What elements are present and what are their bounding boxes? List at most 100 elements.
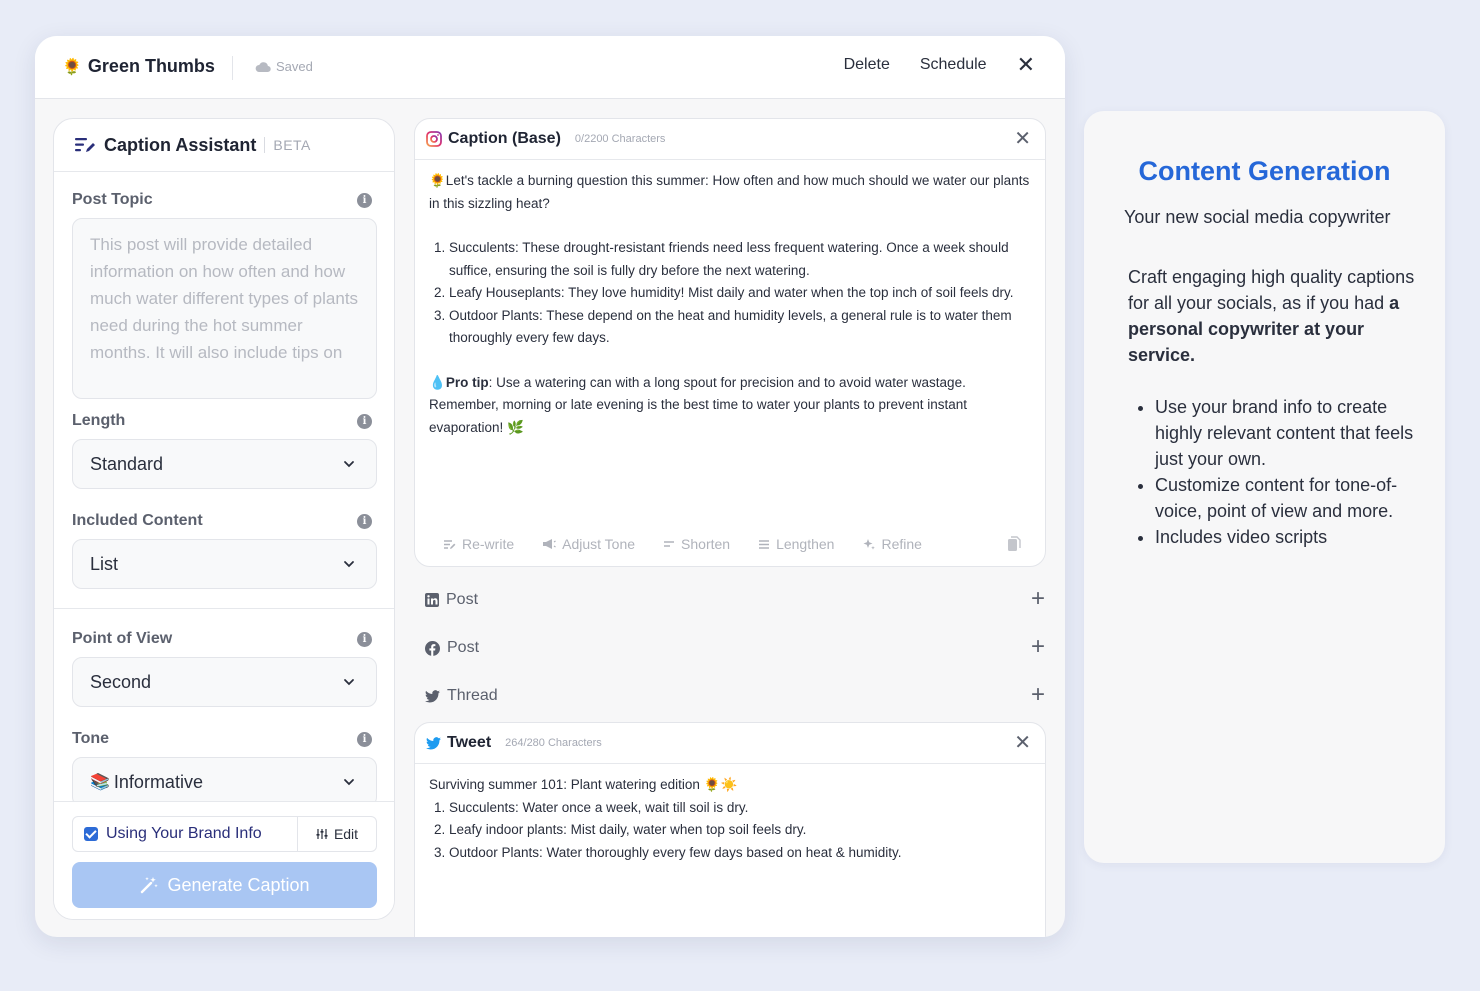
top-actions: Delete Schedule ✕: [844, 54, 1035, 76]
length-select[interactable]: Standard: [72, 439, 377, 489]
list-item: Succulents: Water once a week, wait till…: [449, 797, 1031, 820]
description-text: Craft engaging high quality captions for…: [1128, 267, 1415, 313]
caption-base-card: Caption (Base) 0/2200 Characters ✕ 🌻Let'…: [414, 118, 1046, 567]
instagram-icon: [426, 131, 442, 147]
linkedin-icon: [425, 593, 439, 607]
close-icon[interactable]: ✕: [1014, 733, 1031, 753]
point-of-view-value: Second: [90, 671, 152, 692]
caption-assistant-panel: Caption Assistant BETA Post Topic i This…: [53, 118, 395, 920]
schedule-button[interactable]: Schedule: [920, 56, 987, 74]
point-of-view-label: Point of View: [72, 630, 173, 647]
pro-tip: 💧Pro tip: Use a watering can with a long…: [429, 372, 1031, 440]
post-topic-input[interactable]: This post will provide detailed informat…: [72, 218, 377, 399]
feature-bullet: Includes video scripts: [1155, 524, 1417, 550]
feature-description: Craft engaging high quality captions for…: [1128, 264, 1428, 368]
edit-label: Edit: [333, 826, 359, 842]
post-topic-label: Post Topic: [72, 191, 153, 208]
add-icon[interactable]: +: [1031, 683, 1045, 707]
chevron-down-icon: [344, 779, 354, 786]
length-value: Standard: [90, 453, 164, 474]
top-bar: 🌻 Green Thumbs Saved Delete Schedule ✕: [35, 36, 1065, 99]
facebook-icon: [425, 640, 440, 656]
twitter-icon: [425, 689, 440, 702]
list-item: Leafy Houseplants: They love humidity! M…: [449, 282, 1031, 305]
caption-text[interactable]: 🌻Let's tackle a burning question this su…: [415, 160, 1045, 449]
magic-wand-icon: [141, 877, 159, 894]
tweet-card-header: Tweet 264/280 Characters ✕: [415, 723, 1045, 764]
list-item: Outdoor Plants: These depend on the heat…: [449, 305, 1031, 350]
chevron-down-icon: [344, 461, 354, 468]
point-of-view-select[interactable]: Second: [72, 657, 377, 707]
refine-button[interactable]: Refine: [862, 536, 922, 552]
platform-label: Post: [446, 591, 479, 608]
lengthen-button[interactable]: Lengthen: [758, 536, 834, 552]
editor-window: 🌻 Green Thumbs Saved Delete Schedule ✕ C…: [35, 36, 1065, 937]
beta-badge: BETA: [264, 137, 311, 153]
caption-list: Succulents: These drought-resistant frie…: [429, 237, 1031, 350]
brand-info-toggle[interactable]: Using Your Brand Info Edit: [72, 816, 377, 852]
generate-caption-button[interactable]: Generate Caption: [72, 862, 377, 908]
caption-card-title: Caption (Base): [448, 130, 561, 147]
info-icon[interactable]: i: [357, 193, 372, 208]
info-icon[interactable]: i: [357, 414, 372, 429]
adjust-tone-button[interactable]: Adjust Tone: [542, 536, 635, 552]
platform-row-linkedin[interactable]: Post +: [425, 587, 1045, 612]
info-icon[interactable]: i: [357, 514, 372, 529]
caption-intro: 🌻Let's tackle a burning question this su…: [429, 173, 1030, 211]
feature-bullet: Use your brand info to create highly rel…: [1155, 394, 1417, 472]
rewrite-label: Re-write: [462, 536, 515, 552]
tone-value: Informative: [113, 771, 203, 792]
section-divider: [54, 608, 394, 609]
panel-title: Caption Assistant: [104, 134, 257, 155]
tweet-card: Tweet 264/280 Characters ✕ Surviving sum…: [414, 722, 1046, 937]
included-content-value: List: [90, 553, 119, 574]
panel-header: Caption Assistant BETA: [54, 119, 394, 172]
tweet-text[interactable]: Surviving summer 101: Plant watering edi…: [415, 764, 1045, 874]
caption-card-header: Caption (Base) 0/2200 Characters ✕: [415, 119, 1045, 160]
checkbox[interactable]: [84, 827, 98, 841]
brand-info-label: Using Your Brand Info: [106, 825, 262, 842]
copy-icon[interactable]: [1007, 536, 1021, 555]
chevron-down-icon: [344, 679, 354, 686]
books-icon: 📚: [90, 774, 110, 791]
adjust-tone-label: Adjust Tone: [562, 536, 636, 552]
rewrite-button[interactable]: Re-write: [443, 536, 514, 552]
close-icon[interactable]: ✕: [1017, 54, 1035, 76]
character-count: 0/2200 Characters: [574, 133, 666, 145]
sunflower-icon: 🌻: [62, 58, 82, 76]
included-content-select[interactable]: List: [72, 539, 377, 589]
close-icon[interactable]: ✕: [1014, 129, 1031, 149]
platform-label: Thread: [447, 687, 498, 704]
list-item: Outdoor Plants: Water thoroughly every f…: [449, 842, 1031, 865]
pro-tip-text: : Use a watering can with a long spout f…: [429, 374, 968, 435]
feature-bullet: Customize content for tone-of-voice, poi…: [1155, 472, 1417, 524]
add-icon[interactable]: +: [1031, 587, 1045, 611]
tweet-intro: Surviving summer 101: Plant watering edi…: [429, 777, 738, 792]
platform-row-thread[interactable]: Thread +: [425, 683, 1045, 708]
feature-bullets: Use your brand info to create highly rel…: [1155, 394, 1417, 550]
delete-button[interactable]: Delete: [844, 56, 890, 74]
edit-brand-button[interactable]: Edit: [297, 817, 376, 851]
info-icon[interactable]: i: [357, 632, 372, 647]
brand: 🌻 Green Thumbs: [62, 56, 215, 77]
feature-info-card: Content Generation Your new social media…: [1084, 111, 1445, 863]
list-item: Succulents: These drought-resistant frie…: [449, 237, 1031, 282]
pen-lines-icon: [75, 138, 95, 152]
sparkle-icon: [863, 538, 876, 550]
character-count: 264/280 Characters: [505, 737, 602, 749]
add-icon[interactable]: +: [1031, 635, 1045, 659]
tone-select[interactable]: 📚 Informative: [72, 757, 377, 807]
shorten-label: Shorten: [681, 536, 731, 552]
platform-label: Post: [447, 639, 480, 656]
pro-tip-label: Pro tip: [445, 374, 489, 390]
shorten-button[interactable]: Shorten: [663, 536, 730, 552]
feature-subheading: Your new social media copywriter: [1124, 207, 1391, 227]
info-icon[interactable]: i: [357, 732, 372, 747]
short-lines-icon: [664, 541, 675, 547]
list-item: Leafy indoor plants: Mist daily, water w…: [449, 819, 1031, 842]
long-lines-icon: [759, 539, 770, 549]
feature-heading: Content Generation: [1138, 156, 1391, 186]
length-label: Length: [72, 412, 126, 429]
caption-toolbar: Re-write Adjust Tone Shorten Lengthen Re…: [415, 536, 1045, 552]
platform-row-facebook[interactable]: Post +: [425, 635, 1045, 660]
